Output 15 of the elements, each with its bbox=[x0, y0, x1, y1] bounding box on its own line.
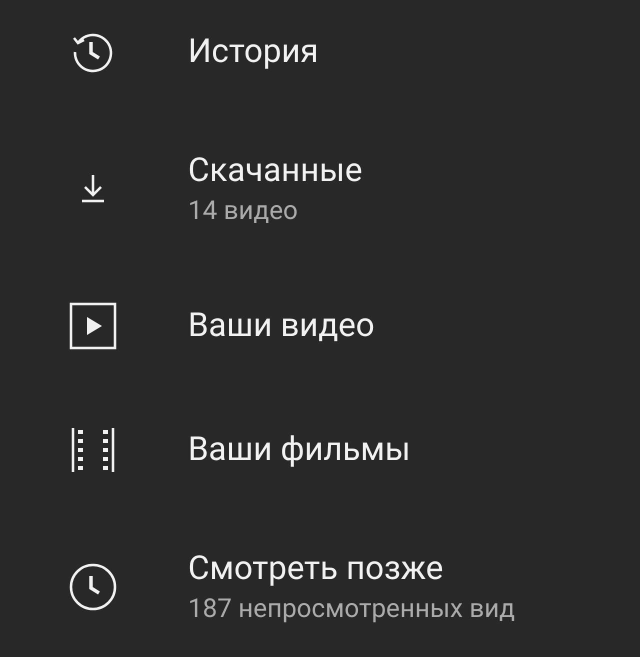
item-title: История bbox=[188, 31, 319, 73]
play-icon bbox=[69, 302, 117, 350]
menu-item[interactable]: Скачанные 14 видео bbox=[0, 114, 640, 264]
menu-item[interactable]: Ваши видео bbox=[0, 264, 640, 388]
item-subtitle: 14 видео bbox=[188, 195, 299, 228]
film-icon bbox=[69, 426, 117, 474]
item-title: Ваши видео bbox=[188, 305, 375, 347]
item-title: Ваши фильмы bbox=[188, 429, 411, 471]
item-subtitle: 187 непросмотренных вид bbox=[188, 593, 515, 626]
clock-icon bbox=[69, 563, 117, 611]
menu-item[interactable]: История bbox=[0, 0, 640, 114]
menu-item[interactable]: Ваши фильмы bbox=[0, 388, 640, 512]
item-title: Скачанные bbox=[188, 150, 362, 192]
menu-item[interactable]: Смотреть позже 187 непросмотренных вид bbox=[0, 512, 640, 657]
item-title: Смотреть позже bbox=[188, 548, 444, 590]
